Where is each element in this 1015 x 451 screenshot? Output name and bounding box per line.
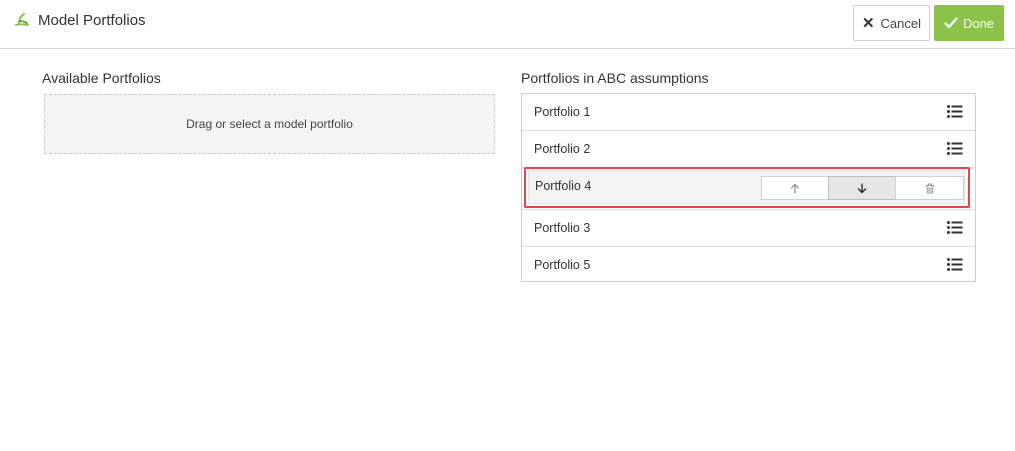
leaf-logo-icon — [15, 13, 29, 26]
list-item[interactable]: Portfolio 3 — [522, 210, 975, 247]
cancel-button[interactable]: ✕ Cancel — [853, 5, 930, 41]
row-action-group — [761, 176, 964, 200]
list-menu-icon[interactable] — [947, 105, 963, 118]
done-button-label: Done — [962, 15, 995, 31]
move-up-button[interactable] — [761, 176, 829, 200]
assumption-portfolios-heading: Portfolios in ABC assumptions — [521, 70, 709, 86]
list-item-label: Portfolio 1 — [534, 105, 591, 119]
list-item-label: Portfolio 2 — [534, 142, 591, 156]
list-menu-icon[interactable] — [947, 258, 963, 271]
available-portfolios-heading: Available Portfolios — [42, 70, 161, 86]
close-icon: ✕ — [861, 14, 875, 32]
list-menu-icon[interactable] — [947, 221, 963, 234]
list-item-label: Portfolio 5 — [534, 258, 591, 272]
arrow-down-icon — [857, 182, 867, 193]
list-item[interactable]: Portfolio 1 — [522, 94, 975, 131]
list-item[interactable]: Portfolio 5 — [522, 247, 975, 284]
dropzone-hint: Drag or select a model portfolio — [186, 117, 353, 131]
portfolio-dropzone[interactable]: Drag or select a model portfolio — [44, 94, 495, 154]
list-item[interactable]: Portfolio 2 — [522, 131, 975, 168]
page-title: Model Portfolios — [38, 12, 146, 29]
cancel-button-label: Cancel — [880, 15, 922, 31]
list-item-label: Portfolio 3 — [534, 221, 591, 235]
list-menu-icon[interactable] — [947, 142, 963, 155]
move-down-button[interactable] — [828, 176, 896, 200]
list-item-label: Portfolio 4 — [535, 179, 592, 193]
arrow-up-icon — [790, 183, 800, 194]
checkmark-icon — [944, 17, 958, 29]
trash-icon — [925, 183, 934, 193]
delete-button[interactable] — [895, 176, 964, 200]
done-button[interactable]: Done — [934, 5, 1004, 41]
